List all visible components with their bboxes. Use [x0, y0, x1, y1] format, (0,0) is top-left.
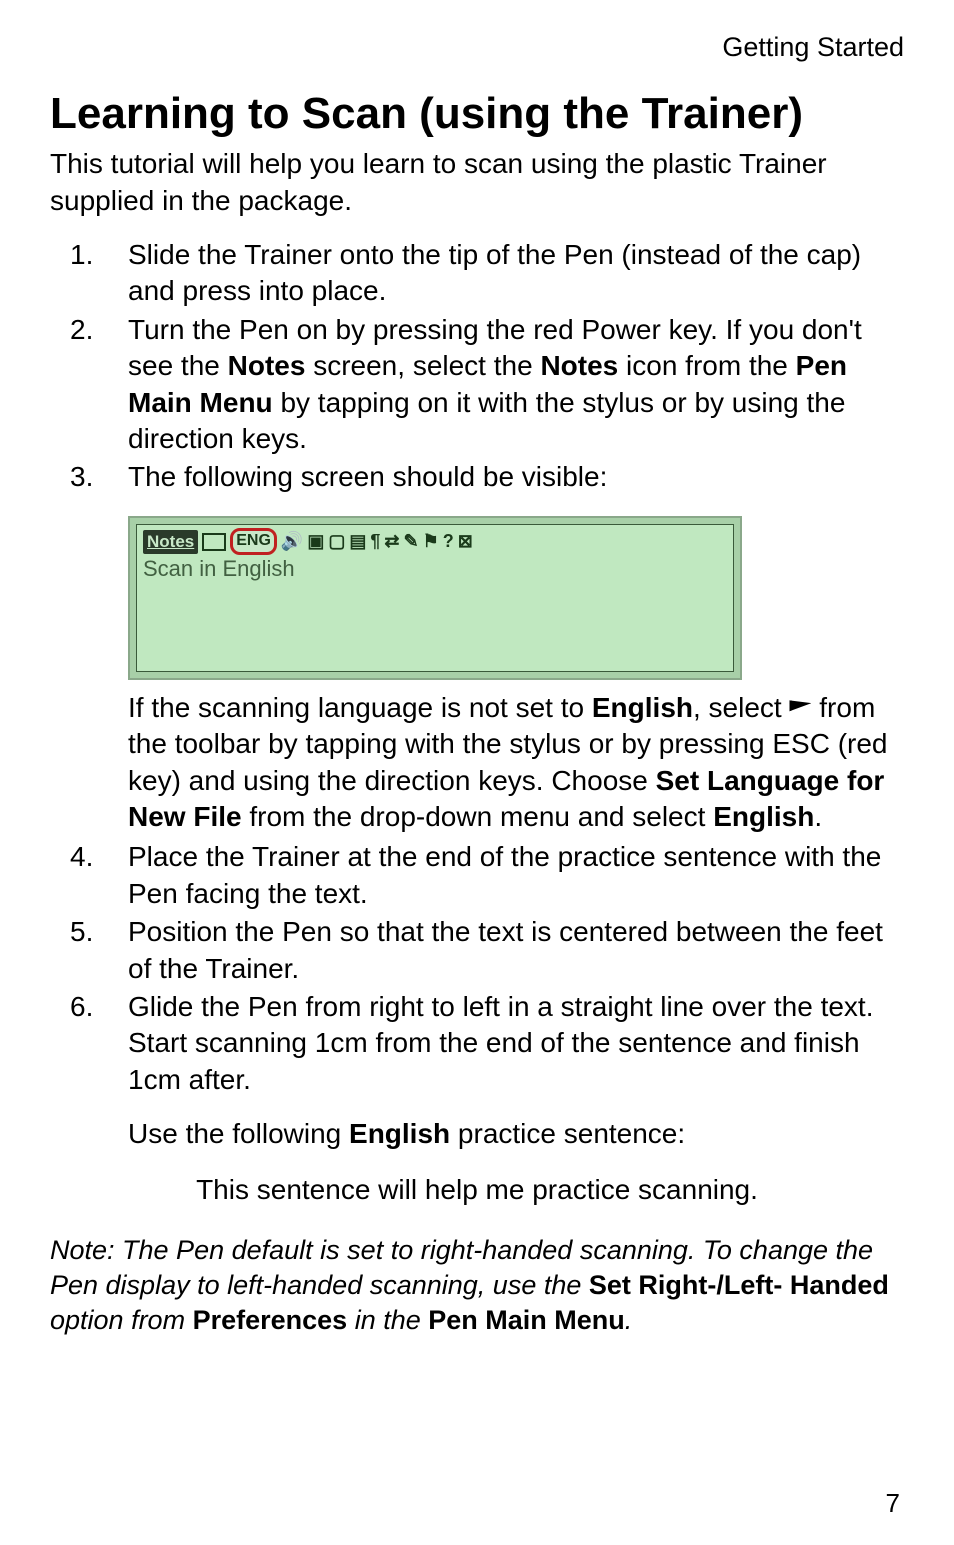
step-3: 3. The following screen should be visibl…: [50, 459, 904, 495]
step-6: 6. Glide the Pen from right to left in a…: [50, 989, 904, 1098]
step-text: The following screen should be visible:: [128, 459, 904, 495]
notes-label: Notes: [540, 350, 618, 381]
document-page: Getting Started Learning to Scan (using …: [0, 0, 954, 1545]
step-number: 3.: [70, 459, 108, 495]
footer-note: Note: The Pen default is set to right-ha…: [50, 1233, 904, 1338]
step-text: Turn the Pen on by pressing the red Powe…: [128, 312, 904, 458]
step-text: Slide the Trainer onto the tip of the Pe…: [128, 237, 904, 310]
english-label: English: [349, 1118, 450, 1149]
device-screen: Notes ENG 🔊 ▣ ▢ ▤ ¶ ⇄ ✎ ⚑ ? ⊠ Sca: [128, 516, 742, 680]
step-2: 2. Turn the Pen on by pressing the red P…: [50, 312, 904, 458]
swap-icon: ⇄: [384, 530, 399, 553]
option-label: Set Right-/Left- Handed: [589, 1270, 889, 1300]
practice-sentence: This sentence will help me practice scan…: [50, 1172, 904, 1208]
step-1: 1. Slide the Trainer onto the tip of the…: [50, 237, 904, 310]
step-number: 5.: [70, 914, 108, 987]
save-icon: ▤: [349, 530, 366, 553]
file-icon: ▢: [328, 530, 345, 553]
preferences-label: Preferences: [193, 1305, 348, 1335]
notes-label: Notes: [228, 350, 306, 381]
help-icon: ?: [443, 530, 454, 553]
step-list-continued: 4. Place the Trainer at the end of the p…: [50, 839, 904, 1098]
step-5: 5. Position the Pen so that the text is …: [50, 914, 904, 987]
menu-label: Pen Main Menu: [428, 1305, 625, 1335]
device-toolbar: Notes ENG 🔊 ▣ ▢ ▤ ¶ ⇄ ✎ ⚑ ? ⊠: [143, 529, 727, 555]
use-following: Use the following English practice sente…: [128, 1116, 904, 1152]
step-4: 4. Place the Trainer at the end of the p…: [50, 839, 904, 912]
box-icon: [202, 533, 226, 551]
step-3-continued: If the scanning language is not set to E…: [128, 690, 904, 836]
step-number: 6.: [70, 989, 108, 1098]
device-inner: Notes ENG 🔊 ▣ ▢ ▤ ¶ ⇄ ✎ ⚑ ? ⊠ Sca: [136, 524, 734, 672]
step-number: 4.: [70, 839, 108, 912]
step-number: 2.: [70, 312, 108, 458]
step-list: 1. Slide the Trainer onto the tip of the…: [50, 237, 904, 496]
book-icon: ▣: [307, 530, 324, 553]
pen-icon: ✎: [403, 530, 418, 553]
step-text: Position the Pen so that the text is cen…: [128, 914, 904, 987]
flag-icon: ⚑: [423, 530, 439, 553]
para-icon: ¶: [370, 530, 380, 553]
step-number: 1.: [70, 237, 108, 310]
device-screenshot-row: Notes ENG 🔊 ▣ ▢ ▤ ¶ ⇄ ✎ ⚑ ? ⊠ Sca: [50, 508, 904, 690]
step-text: Glide the Pen from right to left in a st…: [128, 989, 904, 1098]
close-icon: ⊠: [458, 530, 473, 553]
language-badge: ENG: [230, 528, 277, 555]
english-label: English: [713, 801, 814, 832]
page-title: Learning to Scan (using the Trainer): [50, 85, 904, 142]
flag-toolbar-icon: [789, 700, 811, 718]
step-text: Place the Trainer at the end of the prac…: [128, 839, 904, 912]
speaker-icon: 🔊: [281, 530, 303, 553]
running-header: Getting Started: [50, 30, 904, 65]
scan-prompt: Scan in English: [143, 555, 727, 584]
english-label: English: [592, 692, 693, 723]
section-name: Getting Started: [722, 32, 904, 62]
intro-paragraph: This tutorial will help you learn to sca…: [50, 146, 904, 219]
notes-app-badge: Notes: [143, 530, 198, 554]
page-number: 7: [886, 1487, 900, 1521]
